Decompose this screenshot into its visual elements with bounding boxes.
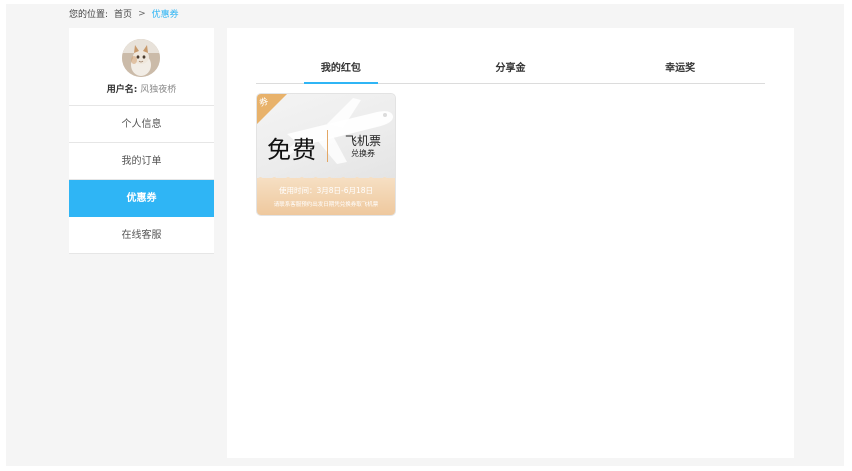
coupon-top: 券 免费 飞机票 兑换券 xyxy=(257,94,395,178)
coupon-valid-time: 使用时间：3月8日-6月18日 xyxy=(278,186,374,195)
tab-lucky-prize[interactable]: 幸运奖 xyxy=(595,62,765,83)
cat-photo-icon xyxy=(122,39,160,77)
breadcrumb-home-link[interactable]: 首页 xyxy=(114,7,132,20)
sidebar-item-coupons[interactable]: 优惠券 xyxy=(69,180,214,217)
breadcrumb-current: 优惠券 xyxy=(151,10,179,20)
main-panel: 我的红包 分享金 幸运奖 券 免费 飞机票 兑换券 使用时间：3月8日-6月18… xyxy=(227,28,794,458)
breadcrumb: 您的位置: 首页 > 优惠券 xyxy=(69,7,179,21)
sidebar-item-profile[interactable]: 个人信息 xyxy=(69,106,214,143)
coupon-note: 请联系客服预约出发日期凭兑换券取飞机票 xyxy=(273,202,379,208)
username-row: 用户名: 风独夜桥 xyxy=(69,82,214,95)
sidebar-item-support[interactable]: 在线客服 xyxy=(69,217,214,254)
coupon-title: 飞机票 xyxy=(344,134,381,148)
breadcrumb-prefix: 您的位置: xyxy=(69,10,109,20)
sidebar: 用户名: 风独夜桥 个人信息 我的订单 优惠券 在线客服 xyxy=(69,28,214,254)
avatar[interactable] xyxy=(122,39,160,77)
coupon-free-text: 免费 xyxy=(267,136,317,164)
coupon-bottom: 使用时间：3月8日-6月18日 请联系客服预约出发日期凭兑换券取飞机票 xyxy=(257,177,395,215)
coupon-card[interactable]: 券 免费 飞机票 兑换券 使用时间：3月8日-6月18日 请联系客服预约出发日期… xyxy=(256,93,396,216)
wave-edge-icon xyxy=(257,177,395,180)
breadcrumb-separator: > xyxy=(138,8,146,19)
coupon-divider xyxy=(327,130,328,162)
profile-card: 用户名: 风独夜桥 xyxy=(69,28,214,106)
tab-share-bonus[interactable]: 分享金 xyxy=(426,62,596,83)
coupon-tabs: 我的红包 分享金 幸运奖 xyxy=(256,62,765,84)
username-value: 风独夜桥 xyxy=(140,85,177,95)
sidebar-item-orders[interactable]: 我的订单 xyxy=(69,143,214,180)
tab-red-packets[interactable]: 我的红包 xyxy=(256,62,426,84)
coupon-subtitle: 兑换券 xyxy=(351,149,375,158)
username-label: 用户名: xyxy=(106,85,138,95)
